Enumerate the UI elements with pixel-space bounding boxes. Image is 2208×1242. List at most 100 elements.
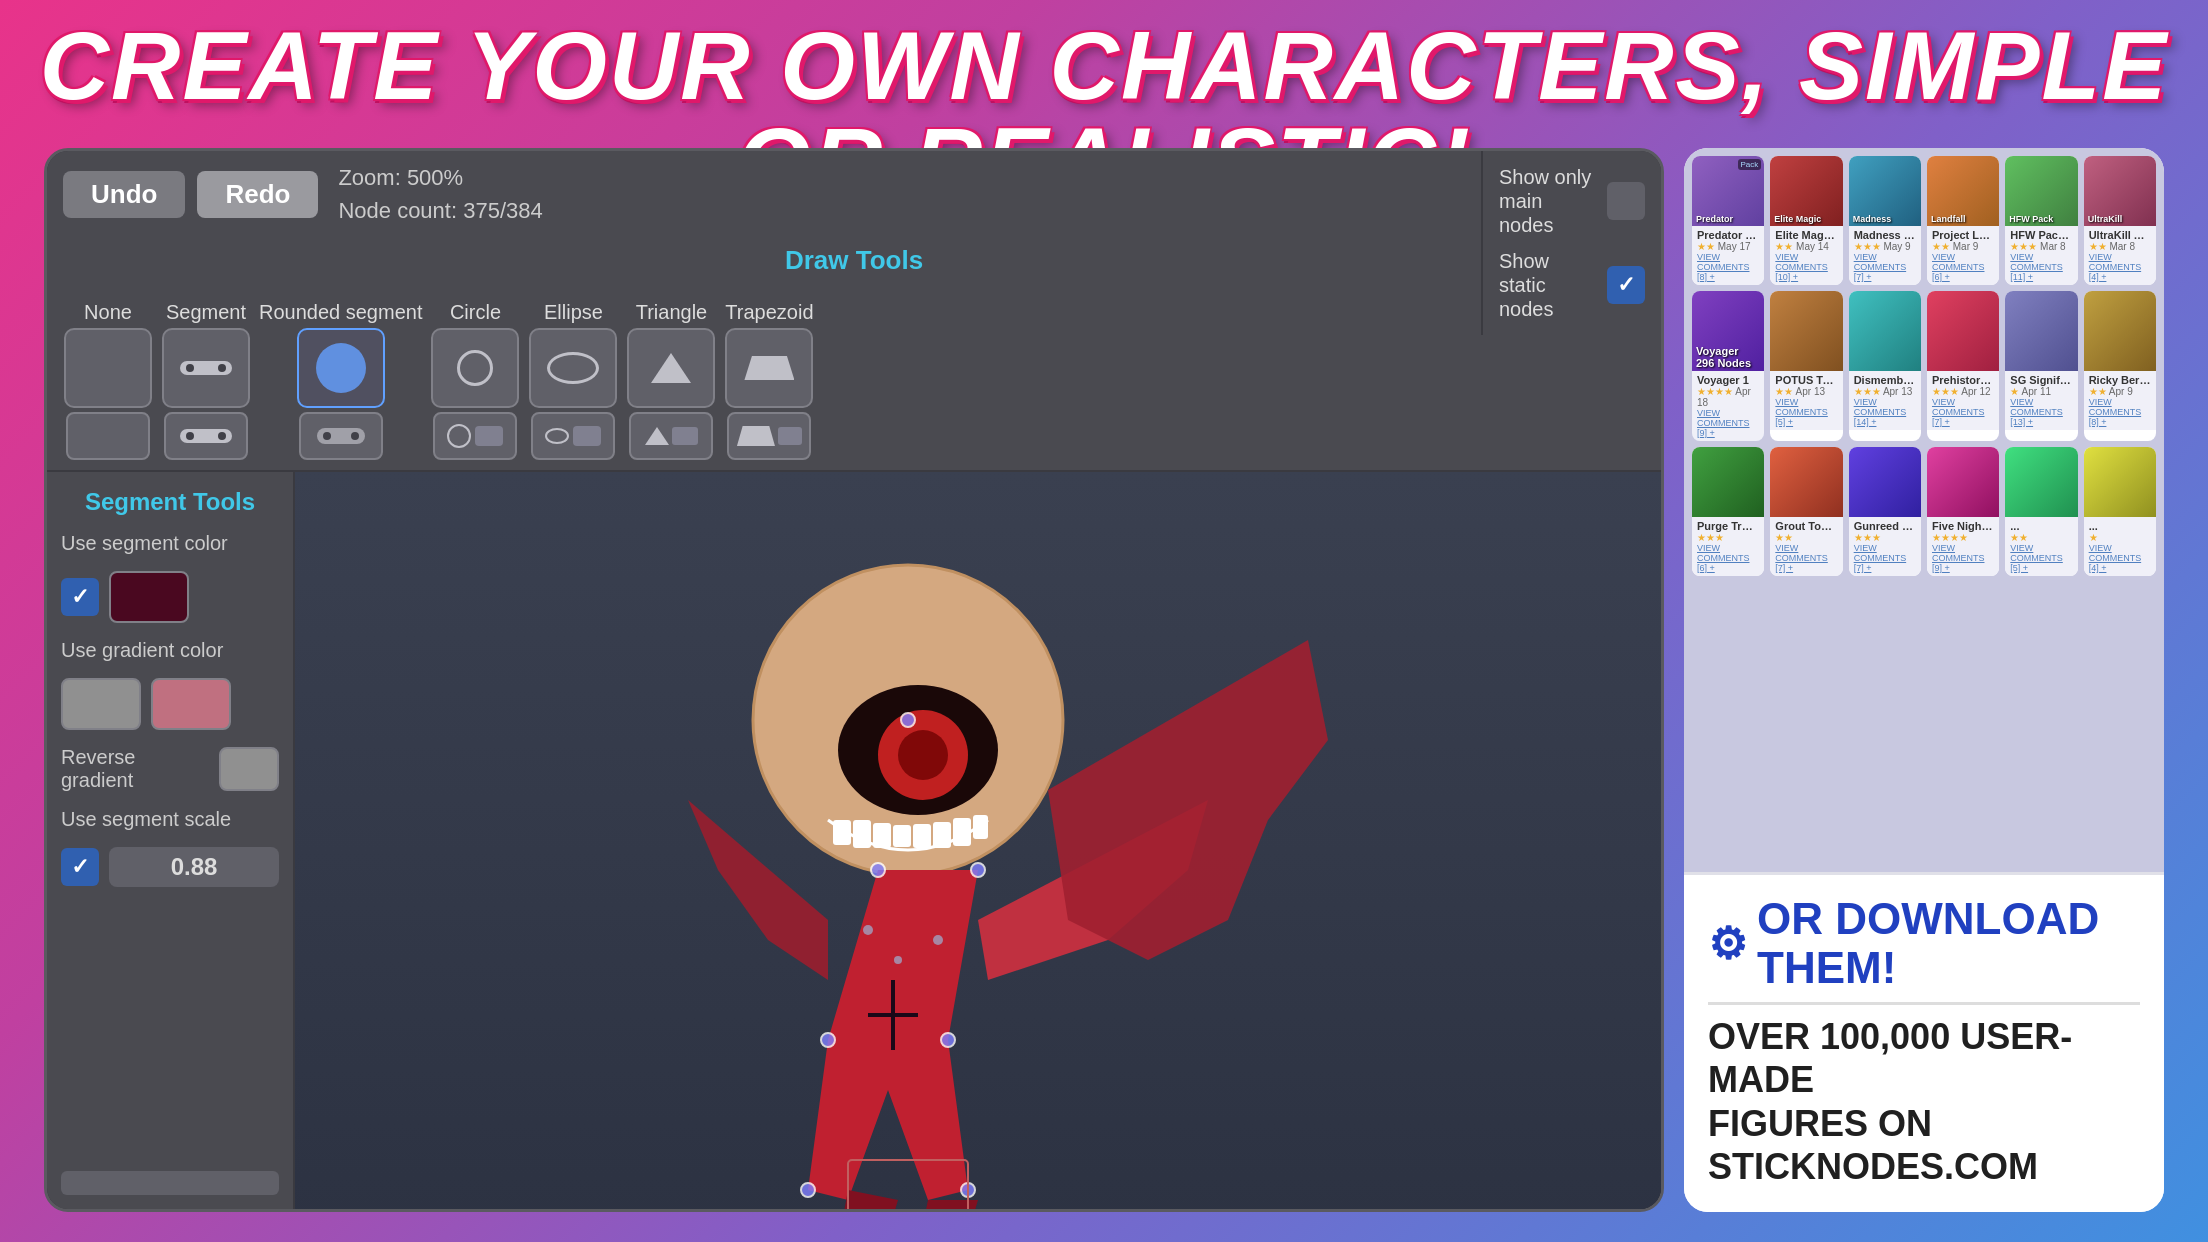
left-sidebar: Segment Tools Use segment color ✓ Use gr… bbox=[47, 472, 295, 1212]
use-gradient-color-label: Use gradient color bbox=[61, 639, 279, 662]
segment-icon bbox=[180, 361, 232, 375]
figure-meta-1-2: ★★ May 14 bbox=[1775, 241, 1837, 252]
reverse-gradient-swatch[interactable] bbox=[219, 747, 279, 791]
figure-thumb-1-5: HFW Pack bbox=[2005, 156, 2077, 226]
figure-views-2-4[interactable]: VIEW COMMENTS [7] + bbox=[1932, 397, 1994, 427]
figure-thumb-3-2 bbox=[1770, 447, 1842, 517]
segment-sub-icon bbox=[180, 429, 232, 443]
svg-rect-10 bbox=[953, 818, 971, 846]
figure-thumb-3-6 bbox=[2084, 447, 2156, 517]
figure-title-3-4: Five Nights At Fredfrys 4 Pack bbox=[1932, 520, 1994, 532]
tool-none-sub[interactable] bbox=[66, 412, 150, 460]
figure-meta-3-1: ★★★ bbox=[1697, 532, 1759, 543]
figure-card-1-1[interactable]: Predator Pack Predator Weapons Pack 8 ★★… bbox=[1692, 156, 1764, 285]
segment-scale-checkbox[interactable]: ✓ bbox=[61, 848, 99, 886]
tool-circle-sub[interactable] bbox=[433, 412, 517, 460]
figure-card-1-5[interactable]: HFW Pack HFW Pack 12 ★★★ Mar 8 VIEW COMM… bbox=[2005, 156, 2077, 285]
figure-card-1-2[interactable]: Elite Magic Elite Magic And Ninja Pack ★… bbox=[1770, 156, 1842, 285]
show-static-nodes-label: Show static nodes bbox=[1499, 249, 1597, 321]
tool-segment-label: Segment bbox=[166, 280, 246, 324]
help-button[interactable]: (?) bbox=[205, 1211, 247, 1212]
figure-views-3-4[interactable]: VIEW COMMENTS [9] + bbox=[1932, 543, 1994, 573]
segment-color-row: ✓ bbox=[61, 571, 279, 623]
svg-point-15 bbox=[901, 713, 915, 727]
figure-card-3-1[interactable]: Purge Trooper Pack ★★★ VIEW COMMENTS [6]… bbox=[1692, 447, 1764, 576]
figure-views-3-3[interactable]: VIEW COMMENTS [7] + bbox=[1854, 543, 1916, 573]
figure-card-2-3[interactable]: DismembedFireFox Blood Pack 2 ★★★ Apr 13… bbox=[1849, 291, 1921, 441]
download-title: ⚙ OR DOWNLOAD THEM! bbox=[1708, 895, 2140, 992]
figure-card-3-3[interactable]: Gunreed Remake 2023 ★★★ VIEW COMMENTS [7… bbox=[1849, 447, 1921, 576]
svg-point-20 bbox=[801, 1183, 815, 1197]
segment-scale-value[interactable]: 0.88 bbox=[109, 847, 279, 887]
tool-triangle-btn[interactable] bbox=[627, 328, 715, 408]
tool-none-btn[interactable] bbox=[64, 328, 152, 408]
editor-panel: Undo Redo Zoom: 500% Node count: 375/384… bbox=[44, 148, 1664, 1212]
figure-info-1-1: Predator Weapons Pack 8 ★★ May 17 VIEW C… bbox=[1692, 226, 1764, 285]
figure-views-2-2[interactable]: VIEW COMMENTS [5] + bbox=[1775, 397, 1837, 427]
gradient-color-swatch-right[interactable] bbox=[151, 678, 231, 730]
figure-title-2-3: DismembedFireFox Blood Pack 2 bbox=[1854, 374, 1916, 386]
figure-views-1-3[interactable]: VIEW COMMENTS [7] + bbox=[1854, 252, 1916, 282]
tool-rounded-segment-btn[interactable] bbox=[297, 328, 385, 408]
figure-meta-3-5: ★★ bbox=[2010, 532, 2072, 543]
tool-triangle-sub[interactable] bbox=[629, 412, 713, 460]
tool-rounded-segment-sub[interactable] bbox=[299, 412, 383, 460]
memory-row: Memory: 20MB (?) bbox=[61, 1211, 279, 1212]
tool-none-label: None bbox=[84, 280, 132, 324]
show-static-nodes-checkbox[interactable]: ✓ bbox=[1607, 266, 1645, 304]
show-main-nodes-item: Show only main nodes bbox=[1499, 165, 1645, 237]
figure-title-3-6: ... bbox=[2089, 520, 2151, 532]
figure-views-1-2[interactable]: VIEW COMMENTS [10] + bbox=[1775, 252, 1837, 282]
figure-views-3-1[interactable]: VIEW COMMENTS [6] + bbox=[1697, 543, 1759, 573]
tool-ellipse-sub[interactable] bbox=[531, 412, 615, 460]
figure-views-1-1[interactable]: VIEW COMMENTS [8] + bbox=[1697, 252, 1759, 282]
figures-grid: Predator Pack Predator Weapons Pack 8 ★★… bbox=[1684, 148, 2164, 872]
ellipse-icon bbox=[547, 352, 599, 384]
segment-color-checkbox[interactable]: ✓ bbox=[61, 578, 99, 616]
figure-card-2-5[interactable]: SG Significant Pack ★ Apr 11 VIEW COMMEN… bbox=[2005, 291, 2077, 441]
show-main-nodes-checkbox[interactable] bbox=[1607, 182, 1645, 220]
figure-views-3-2[interactable]: VIEW COMMENTS [7] + bbox=[1775, 543, 1837, 573]
gradient-color-swatch-left[interactable] bbox=[61, 678, 141, 730]
figure-views-1-4[interactable]: VIEW COMMENTS [6] + bbox=[1932, 252, 1994, 282]
download-section: ⚙ OR DOWNLOAD THEM! OVER 100,000 USER-MA… bbox=[1684, 872, 2164, 1212]
figure-views-2-3[interactable]: VIEW COMMENTS [14] + bbox=[1854, 397, 1916, 427]
figure-meta-3-2: ★★ bbox=[1775, 532, 1837, 543]
figure-views-3-6[interactable]: VIEW COMMENTS [4] + bbox=[2089, 543, 2151, 573]
figure-card-3-5[interactable]: ... ★★ VIEW COMMENTS [5] + bbox=[2005, 447, 2077, 576]
figure-views-2-6[interactable]: VIEW COMMENTS [8] + bbox=[2089, 397, 2151, 427]
use-segment-scale-label: Use segment scale bbox=[61, 808, 279, 831]
tool-circle-btn[interactable] bbox=[431, 328, 519, 408]
slider-bar[interactable] bbox=[61, 1171, 279, 1195]
svg-point-14 bbox=[894, 956, 902, 964]
draw-tools-title: Draw Tools bbox=[47, 237, 1661, 280]
figure-views-2-5[interactable]: VIEW COMMENTS [13] + bbox=[2010, 397, 2072, 427]
figure-views-1-5[interactable]: VIEW COMMENTS [11] + bbox=[2010, 252, 2072, 282]
undo-button[interactable]: Undo bbox=[63, 171, 185, 218]
trapezoid-icon bbox=[744, 356, 794, 380]
figure-card-3-4[interactable]: Five Nights At Fredfrys 4 Pack ★★★★ VIEW… bbox=[1927, 447, 1999, 576]
figure-card-2-4[interactable]: Prehistoric Planet 1 Rex Pack ★★★ Apr 12… bbox=[1927, 291, 1999, 441]
figure-card-1-3[interactable]: Madness Madness Combat USP's Pack ★★★ Ma… bbox=[1849, 156, 1921, 285]
segment-color-swatch[interactable] bbox=[109, 571, 189, 623]
figure-card-3-6[interactable]: ... ★ VIEW COMMENTS [4] + bbox=[2084, 447, 2156, 576]
tool-segment-sub[interactable] bbox=[164, 412, 248, 460]
figure-card-1-4[interactable]: Landfall Project Landfall Episode 4: Add… bbox=[1927, 156, 1999, 285]
figure-views-1-6[interactable]: VIEW COMMENTS [4] + bbox=[2089, 252, 2151, 282]
figure-card-2-6[interactable]: Ricky Berwick Pack ★★ Apr 9 VIEW COMMENT… bbox=[2084, 291, 2156, 441]
redo-button[interactable]: Redo bbox=[197, 171, 318, 218]
figure-views-3-5[interactable]: VIEW COMMENTS [5] + bbox=[2010, 543, 2072, 573]
figure-card-2-2[interactable]: POTUS Trump Pack ★★ Apr 13 VIEW COMMENTS… bbox=[1770, 291, 1842, 441]
figure-card-1-6[interactable]: UltraKill UltraKill AlexMaker... ★★ Mar … bbox=[2084, 156, 2156, 285]
figure-card-3-2[interactable]: Grout Toolgun 2 ★★ VIEW COMMENTS [7] + bbox=[1770, 447, 1842, 576]
figure-thumb-2-6 bbox=[2084, 291, 2156, 371]
figure-views-2-1[interactable]: VIEW COMMENTS [9] + bbox=[1697, 408, 1759, 438]
tool-trapezoid-sub[interactable] bbox=[727, 412, 811, 460]
show-static-nodes-item: Show static nodes ✓ bbox=[1499, 249, 1645, 321]
tool-ellipse-btn[interactable] bbox=[529, 328, 617, 408]
figure-card-2-1[interactable]: Voyager296 Nodes Voyager 1 ★★★★ Apr 18 V… bbox=[1692, 291, 1764, 441]
svg-point-18 bbox=[821, 1033, 835, 1047]
figure-thumb-3-1 bbox=[1692, 447, 1764, 517]
tool-segment-btn[interactable] bbox=[162, 328, 250, 408]
tool-trapezoid-btn[interactable] bbox=[725, 328, 813, 408]
